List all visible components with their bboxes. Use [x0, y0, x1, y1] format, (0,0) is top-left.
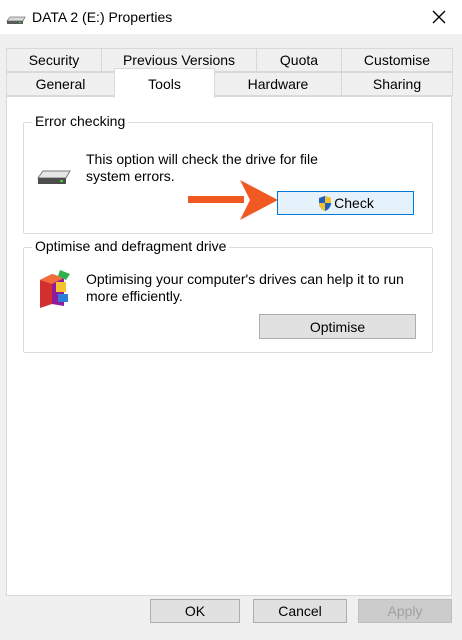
tab-sharing[interactable]: Sharing [341, 72, 453, 96]
window-title: DATA 2 (E:) Properties [32, 9, 173, 25]
optimise-title: Optimise and defragment drive [32, 238, 230, 254]
title-bar: DATA 2 (E:) Properties [0, 0, 462, 34]
ok-button[interactable]: OK [150, 599, 240, 623]
optimise-description: Optimising your computer's drives can he… [86, 271, 404, 304]
orange-arrow-icon [188, 178, 280, 227]
tools-panel: Error checking This option will check th… [6, 96, 452, 596]
close-button[interactable] [416, 0, 462, 34]
tab-hardware[interactable]: Hardware [214, 72, 342, 96]
tab-security[interactable]: Security [6, 48, 102, 72]
drive-icon [36, 168, 72, 191]
defragment-icon [36, 268, 72, 315]
error-checking-group: Error checking This option will check th… [23, 113, 433, 234]
optimise-button[interactable]: Optimise [259, 314, 416, 339]
error-checking-title: Error checking [32, 113, 129, 129]
tab-tools[interactable]: Tools [114, 68, 215, 98]
cancel-button[interactable]: Cancel [253, 599, 347, 623]
uac-shield-icon [319, 195, 332, 211]
dialog-body: Security Previous Versions Quota Customi… [0, 34, 462, 640]
tab-general[interactable]: General [6, 72, 115, 96]
check-button[interactable]: Check [277, 191, 414, 215]
apply-button[interactable]: Apply [358, 599, 452, 623]
tab-quota[interactable]: Quota [256, 48, 342, 72]
optimise-group: Optimise and defragment drive Optimising… [23, 238, 433, 353]
close-icon [432, 10, 446, 24]
drive-icon [6, 12, 26, 30]
tab-customise[interactable]: Customise [341, 48, 453, 72]
